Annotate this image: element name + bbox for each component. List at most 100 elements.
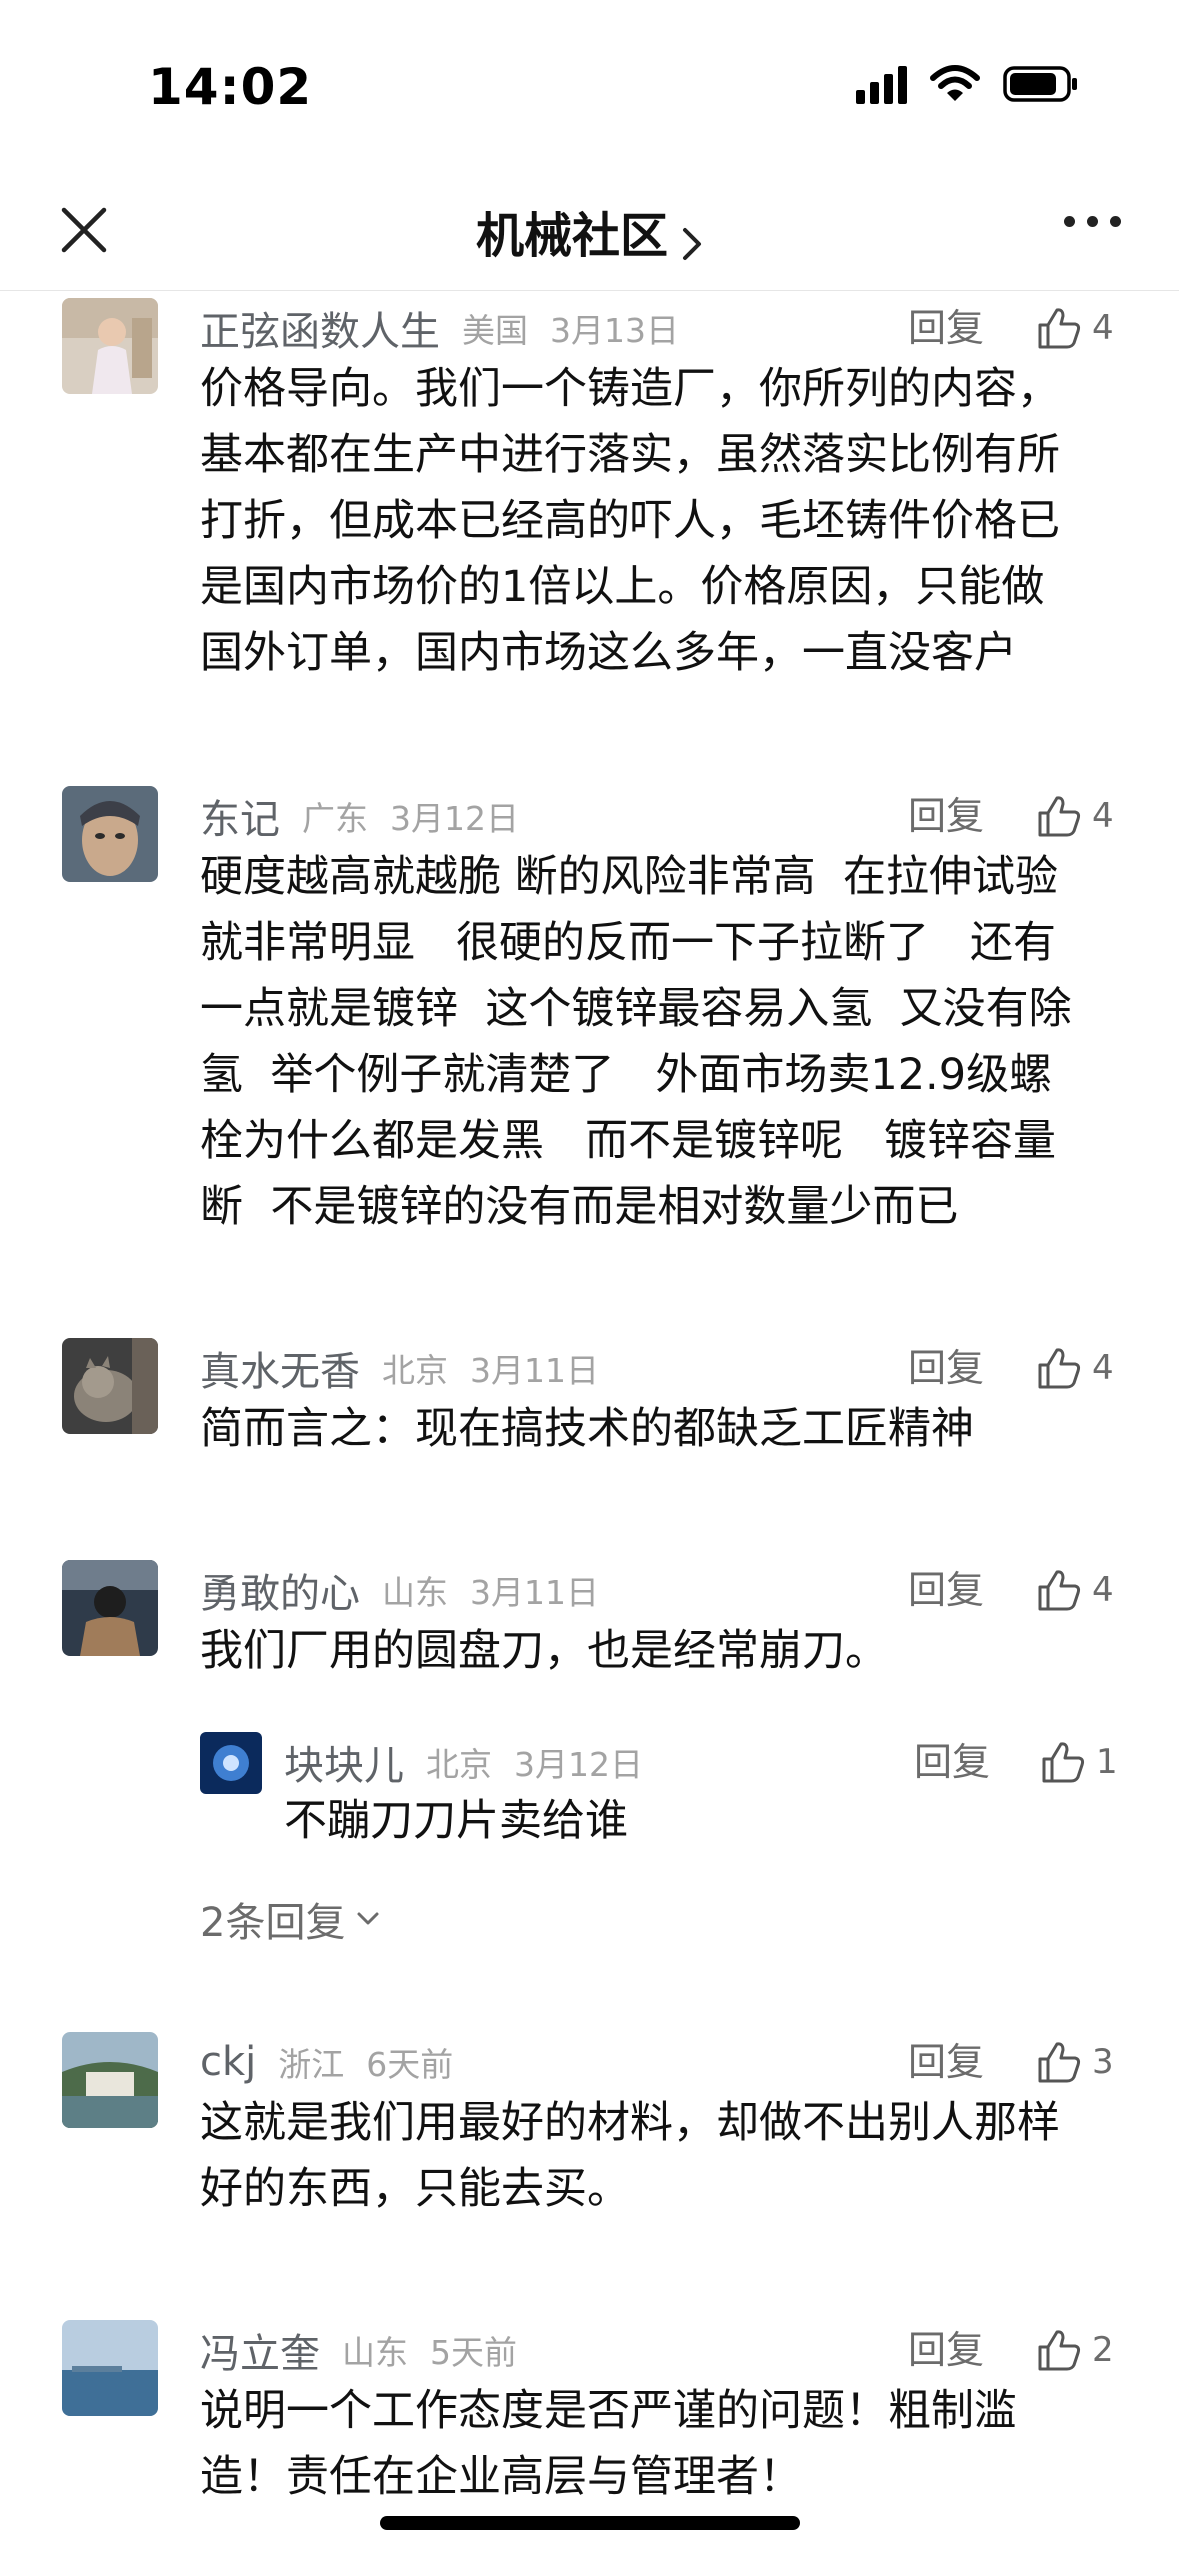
thumbs-up-icon: [1038, 1570, 1081, 1611]
comment-line: 说明一个工作态度是否严谨的问题！粗制滥: [200, 2386, 1017, 2436]
avatar[interactable]: [62, 1560, 158, 1656]
thumbs-up-icon: [1038, 2330, 1081, 2371]
comment-text: 说明一个工作态度是否严谨的问题！粗制滥 造！责任在企业高层与管理者！: [200, 2378, 1120, 2510]
like-count: 3: [1092, 2042, 1114, 2082]
thumbs-up-icon: [1038, 796, 1081, 837]
sub-reply-text: 不蹦刀刀片卖给谁: [284, 1796, 628, 1846]
comment-location: 美国: [462, 311, 528, 350]
reply-button[interactable]: 回复: [908, 786, 984, 846]
reply-button[interactable]: 回复: [908, 2320, 984, 2380]
like-button[interactable]: 4: [1036, 1560, 1114, 1620]
avatar[interactable]: [62, 298, 158, 394]
comment-location: 山东: [382, 1573, 448, 1612]
thumbs-up-icon: [1038, 2042, 1081, 2083]
comment-line: 简而言之：现在搞技术的都缺乏工匠精神: [200, 1404, 974, 1454]
avatar[interactable]: [62, 786, 158, 882]
comment-location: 浙江: [278, 2045, 345, 2084]
comment-line: 是国内市场价的1倍以上。价格原因，只能做: [200, 562, 1045, 612]
comment-date: 3月11日: [470, 1351, 599, 1390]
comment-location: 山东: [342, 2333, 408, 2372]
nav-title-link[interactable]: 机械社区: [0, 196, 1179, 266]
comment-text: 我们厂用的圆盘刀，也是经常崩刀。: [200, 1618, 1120, 1684]
comment-line: 我们厂用的圆盘刀，也是经常崩刀。: [200, 1626, 888, 1676]
comment-meta: 冯立奎 山东 5天前: [200, 2320, 517, 2380]
comment-meta: ckj 浙江 6天前: [200, 2032, 453, 2092]
comment-line: 这就是我们用最好的材料，却做不出别人那样: [200, 2098, 1060, 2148]
sub-reply-button[interactable]: 回复: [914, 1732, 990, 1792]
avatar[interactable]: [62, 1338, 158, 1434]
chevron-right-icon: [683, 227, 702, 260]
like-count: 1: [1096, 1742, 1118, 1782]
thumbs-up-icon: [1038, 308, 1081, 349]
comment-author[interactable]: 勇敢的心: [200, 1561, 360, 1619]
status-icons: [856, 64, 1079, 104]
comment-line: 国外订单，国内市场这么多年，一直没客户: [200, 628, 1017, 678]
comment-location: 北京: [382, 1351, 448, 1390]
reply-button[interactable]: 回复: [908, 2032, 984, 2092]
status-time: 14:02: [148, 58, 313, 116]
thumbs-up-icon: [1042, 1742, 1085, 1783]
thumbs-up-icon: [1038, 1348, 1081, 1389]
avatar[interactable]: [62, 2032, 158, 2128]
comment-author[interactable]: 真水无香: [200, 1339, 360, 1397]
sub-reply-like-button[interactable]: 1: [1040, 1732, 1118, 1792]
comment-date: 5天前: [430, 2333, 517, 2372]
more-replies-label: 2条回复: [200, 1900, 346, 1946]
reply-button[interactable]: 回复: [908, 1560, 984, 1620]
comment-date: 6天前: [366, 2045, 454, 2084]
comment-meta: 勇敢的心 山东 3月11日: [200, 1560, 599, 1620]
nav-bar: 机械社区: [0, 170, 1179, 291]
page-title: 机械社区: [475, 208, 668, 264]
comment-line: 硬度越高就越脆 断的风险非常高 在拉伸试验: [200, 852, 1059, 902]
battery-icon: [1003, 64, 1079, 104]
like-button[interactable]: 2: [1036, 2320, 1114, 2380]
like-button[interactable]: 3: [1036, 2032, 1114, 2092]
more-dot-icon: [1110, 216, 1121, 227]
sub-reply-location: 北京: [426, 1745, 492, 1784]
comment-text: 简而言之：现在搞技术的都缺乏工匠精神: [200, 1396, 1120, 1462]
comment-line: 打折，但成本已经高的吓人，毛坯铸件价格已: [200, 496, 1060, 546]
like-count: 4: [1092, 1570, 1114, 1610]
more-dot-icon: [1087, 216, 1098, 227]
comment-author[interactable]: ckj: [200, 2039, 256, 2085]
comment-author[interactable]: 东记: [200, 787, 280, 845]
avatar[interactable]: [62, 2320, 158, 2416]
status-bar: 14:02: [0, 0, 1179, 170]
reply-button[interactable]: 回复: [908, 298, 984, 358]
comment-line: 栓为什么都是发黑 而不是镀锌呢 镀锌容量: [200, 1116, 1057, 1166]
sub-reply-avatar[interactable]: [200, 1732, 262, 1794]
comment-date: 3月13日: [550, 311, 679, 350]
home-indicator[interactable]: [380, 2516, 800, 2530]
sub-reply-meta: 块块儿 北京 3月12日: [284, 1732, 643, 1792]
comment-line: 就非常明显 很硬的反而一下子拉断了 还有: [200, 918, 1057, 968]
like-count: 2: [1092, 2330, 1114, 2370]
comment-line: 断 不是镀锌的没有而是相对数量少而已: [200, 1182, 959, 1232]
sub-reply-date: 3月12日: [514, 1745, 643, 1784]
like-count: 4: [1092, 1348, 1114, 1388]
comment-location: 广东: [302, 799, 368, 838]
like-button[interactable]: 4: [1036, 1338, 1114, 1398]
cellular-signal-icon: [856, 64, 907, 104]
wifi-icon: [929, 64, 981, 104]
comment-text: 这就是我们用最好的材料，却做不出别人那样 好的东西，只能去买。: [200, 2090, 1120, 2222]
reply-button[interactable]: 回复: [908, 1338, 984, 1398]
chevron-down-icon: [357, 1912, 379, 1925]
comment-line: 价格导向。我们一个铸造厂，你所列的内容，: [200, 364, 1060, 414]
like-button[interactable]: 4: [1036, 298, 1114, 358]
sub-reply-author[interactable]: 块块儿: [284, 1733, 404, 1791]
like-count: 4: [1092, 796, 1114, 836]
comment-line: 基本都在生产中进行落实，虽然落实比例有所: [200, 430, 1060, 480]
more-options-button[interactable]: [1064, 216, 1121, 227]
comment-meta: 正弦函数人生 美国 3月13日: [200, 298, 679, 358]
comment-text: 价格导向。我们一个铸造厂，你所列的内容， 基本都在生产中进行落实，虽然落实比例有…: [200, 356, 1120, 686]
comment-line: 一点就是镀锌 这个镀锌最容易入氢 又没有除: [200, 984, 1072, 1034]
comment-author[interactable]: 冯立奎: [200, 2321, 320, 2379]
more-dot-icon: [1064, 216, 1075, 227]
comment-author[interactable]: 正弦函数人生: [200, 299, 440, 357]
more-replies-button[interactable]: 2条回复: [200, 1890, 381, 1948]
comment-line: 造！责任在企业高层与管理者！: [200, 2452, 802, 2502]
comment-date: 3月12日: [390, 799, 519, 838]
like-button[interactable]: 4: [1036, 786, 1114, 846]
like-count: 4: [1092, 308, 1114, 348]
comment-date: 3月11日: [470, 1573, 599, 1612]
